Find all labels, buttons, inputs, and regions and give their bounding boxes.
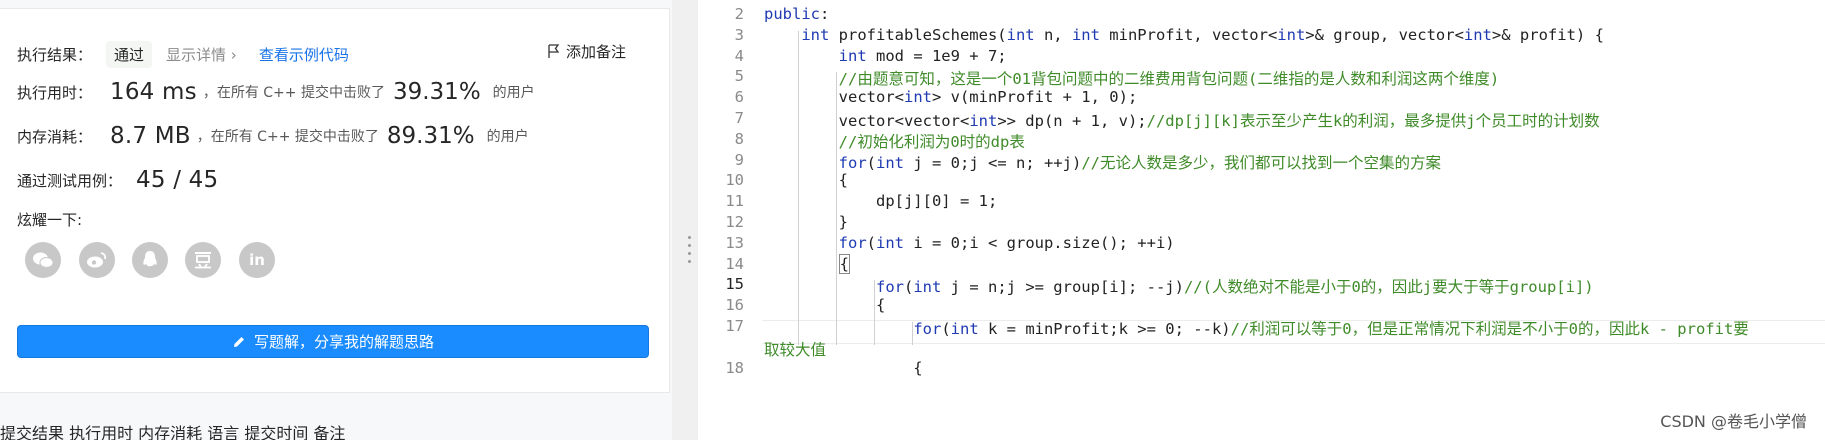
code-line[interactable]: //由题意可知，这是一个01背包问题中的二维费用背包问题(二维指的是人数和利润这… [764,67,1500,89]
submissions-table-header: 提交结果 执行用时 内存消耗 语言 提交时间 备注 [0,424,346,440]
code-line[interactable]: for(int j = n;j >= group[i]; --j)//(人数绝对… [764,275,1594,297]
memory-label: 内存消耗： [17,127,93,146]
result-label: 执行结果： [17,46,93,64]
code-line[interactable]: { [764,296,885,314]
code-line[interactable]: { [764,359,922,377]
code-editor[interactable]: 2 public: 3 int profitableSchemes(int n, i… [698,0,1825,440]
code-line[interactable]: int mod = 1e9 + 7; [764,47,1007,65]
indent-guide [798,31,799,345]
add-note-label: 添加备注 [566,43,627,61]
line-number: 17 [725,317,744,335]
code-line[interactable]: public: [764,5,829,23]
write-solution-label: 写题解，分享我的解题思路 [253,333,434,351]
show-details-link[interactable]: 显示详情 › [166,44,237,65]
indent-guide [836,72,837,345]
douban-icon[interactable] [185,242,221,278]
line-number: 9 [734,150,744,169]
code-line[interactable]: vector<vector<int>> dp(n + 1, v);//dp[j]… [764,109,1600,131]
indent-guide [874,280,875,345]
share-row: 炫耀一下: [17,209,82,230]
memory-percent: 89.31% [386,123,475,149]
line-number: 2 [734,5,744,23]
memory-value: 8.7 MB [110,123,191,149]
line-number: 15 [725,275,744,294]
wechat-icon[interactable] [25,242,61,278]
runtime-percent: 39.31% [392,79,481,105]
result-row: 执行结果： 通过 显示详情 › 查看示例代码 [17,41,349,68]
indent-guide [912,322,913,345]
line-number: 13 [725,233,744,252]
line-number: 3 [734,25,744,44]
splitter-dot [688,244,691,247]
splitter-dot [688,252,691,255]
memory-row: 内存消耗： 8.7 MB ，在所有 C++ 提交中击败了 89.31% 的用户 [17,123,529,149]
splitter-dot [688,236,691,239]
share-label: 炫耀一下: [17,211,83,229]
result-card: 执行结果： 通过 显示详情 › 查看示例代码 添加备注 执行用时： 164 ms… [0,8,670,393]
line-number: 10 [725,171,744,190]
pencil-icon [233,336,244,347]
line-number: 8 [734,129,744,148]
view-sample-code-link[interactable]: 查看示例代码 [259,44,349,65]
code-line[interactable]: int profitableSchemes(int n, int minProf… [764,26,1604,44]
watermark: CSDN @卷毛小学僧 [1660,412,1807,431]
runtime-label: 执行用时： [17,83,93,102]
line-number: 6 [734,88,744,107]
line-number: 4 [734,46,744,65]
panel-splitter[interactable] [672,0,698,440]
submission-result-panel: 执行结果： 通过 显示详情 › 查看示例代码 添加备注 执行用时： 164 ms… [0,0,672,440]
linkedin-icon[interactable]: in [239,242,275,278]
weibo-icon[interactable] [79,242,115,278]
add-note-button[interactable]: 添加备注 [547,41,626,62]
tests-value: 45 / 45 [136,167,219,193]
flag-icon [548,44,560,58]
memory-suffix: 的用户 [486,129,529,145]
runtime-value: 164 ms [110,79,197,105]
code-line[interactable]: for(int i = 0;i < group.size(); ++i) [764,234,1175,252]
qq-icon[interactable] [132,242,168,278]
runtime-text: ，在所有 C++ 提交中击败了 [202,85,385,101]
code-line[interactable]: for(int j = 0;j <= n; ++j)//无论人数是多少，我们都可… [764,151,1441,173]
line-number: 5 [734,67,744,86]
line-number: 14 [725,254,744,273]
write-solution-button[interactable]: 写题解，分享我的解题思路 [17,325,649,358]
splitter-dot [688,260,691,263]
tests-row: 通过测试用例： 45 / 45 [17,167,218,193]
code-line[interactable]: { [764,253,850,274]
tests-label: 通过测试用例： [17,171,123,190]
linkedin-icon-text: in [249,251,265,269]
status-badge: 通过 [106,41,153,68]
code-line[interactable]: //初始化利润为0时的dp表 [764,130,1025,152]
line-number: 18 [725,358,744,377]
code-line[interactable]: vector<int> v(minProfit + 1, 0); [764,88,1138,106]
runtime-row: 执行用时： 164 ms ，在所有 C++ 提交中击败了 39.31% 的用户 [17,79,535,105]
line-number: 16 [725,296,744,315]
runtime-suffix: 的用户 [492,85,535,101]
line-number: 11 [725,192,744,211]
line-number: 7 [734,109,744,127]
code-line[interactable]: 取较大值 [764,338,826,360]
memory-text: ，在所有 C++ 提交中击败了 [196,129,379,145]
line-number: 12 [725,213,744,231]
